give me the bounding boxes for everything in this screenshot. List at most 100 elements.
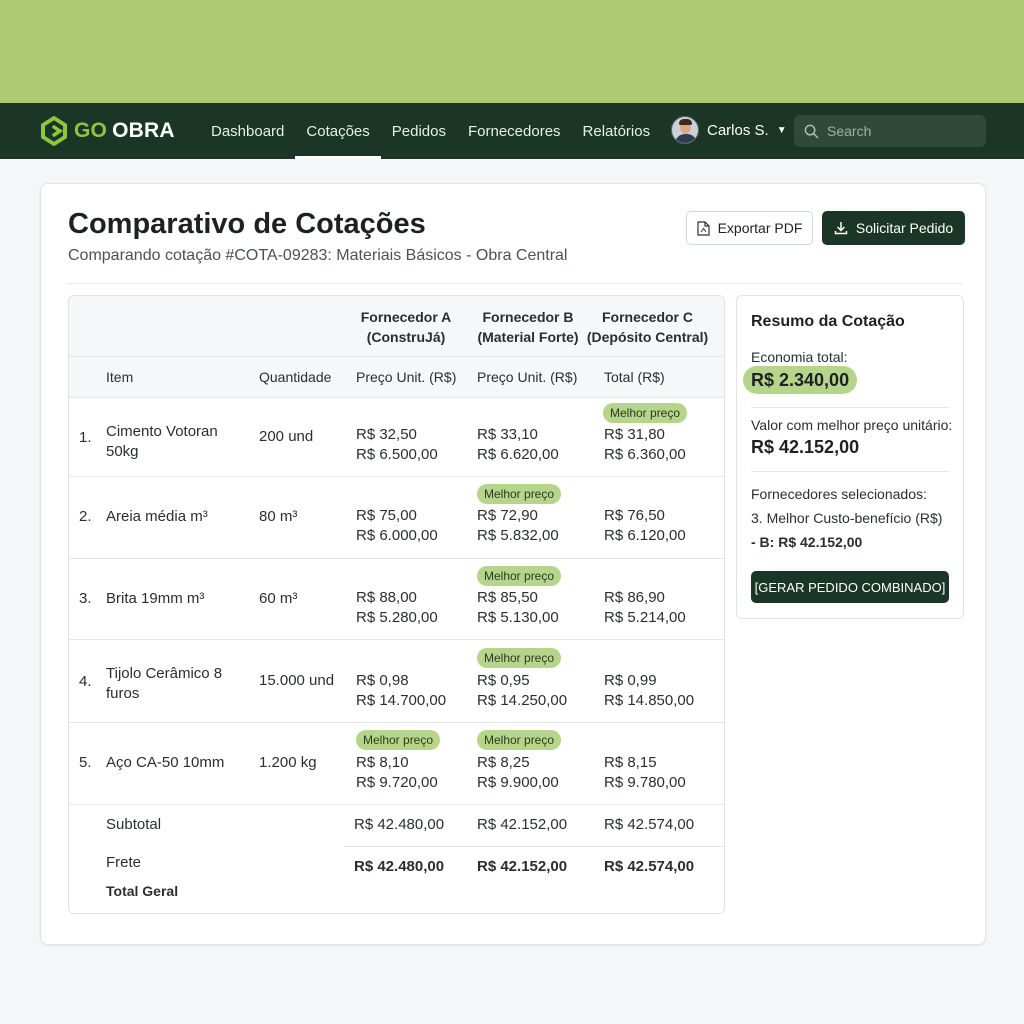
user-name: Carlos S. — [707, 121, 769, 139]
total-c: R$ 42.574,00 — [604, 858, 695, 875]
supplier-b-price: R$ 85,50 R$ 5.130,00 — [477, 589, 559, 626]
table-row[interactable]: Melhor preço 4. Tijolo Cerâmico 8 furos 1… — [69, 640, 724, 723]
item-name: Aço CA-50 10mm — [106, 754, 225, 771]
total-b: R$ 42.152,00 — [477, 858, 568, 875]
supplier-header-row: Fornecedor A (ConstruJá) Fornecedor B (Mat… — [69, 296, 724, 357]
item-quantity: 200 und — [259, 428, 314, 445]
item-name: Tijolo Cerâmico 8 furos — [106, 665, 223, 702]
chevron-down-icon: ▼ — [776, 124, 787, 136]
pdf-file-icon — [696, 220, 710, 236]
generate-combined-order-button[interactable]: [GERAR PEDIDO COMBINADO] — [751, 571, 949, 603]
export-pdf-label: Exportar PDF — [717, 220, 803, 236]
nav-cotacoes[interactable]: Cotações — [295, 103, 382, 159]
column-header-row: Item Quantidade Preço Unit. (R$) Preço U… — [69, 357, 724, 398]
table-row[interactable]: Melhor preço 3. Brita 19mm m³ 60 m³ R$ 8… — [69, 559, 724, 640]
item-name: Brita 19mm m³ — [106, 590, 205, 607]
nav-pedidos[interactable]: Pedidos — [381, 103, 457, 159]
recycle-logo-icon — [41, 116, 67, 146]
logo-text-obra: OBRA — [112, 119, 175, 142]
col-c-total: Total (R$) — [604, 369, 665, 385]
best-price-badge: Melhor preço — [477, 648, 562, 668]
supplier-b-price: R$ 33,10 R$ 6.620,00 — [477, 426, 559, 463]
supplier-b-price: R$ 72,90 R$ 5.832,00 — [477, 507, 559, 544]
nav-fornecedores[interactable]: Fornecedores — [457, 103, 572, 159]
request-order-label: Solicitar Pedido — [855, 220, 954, 236]
supplier-c-price: R$ 8,15 R$ 9.780,00 — [604, 754, 686, 791]
supplier-b-price: R$ 0,95 R$ 14.250,00 — [477, 672, 568, 709]
supplier-a-price: R$ 0,98 R$ 14.700,00 — [356, 672, 447, 709]
page-title: Comparativo de Cotações — [68, 208, 426, 240]
col-item: Item — [106, 369, 134, 385]
request-order-button[interactable]: Solicitar Pedido — [822, 211, 965, 245]
row-number: 5. — [79, 754, 92, 771]
header-divider — [68, 283, 963, 284]
col-b-unit-price: Preço Unit. (R$) — [477, 369, 578, 385]
search-input[interactable] — [827, 123, 977, 139]
search-icon — [804, 124, 819, 138]
best-price-badge: Melhor preço — [356, 730, 441, 750]
economy-label: Economia total: — [751, 349, 848, 365]
table-row[interactable]: Melhor preço Melhor preço 5. Aço CA-50 1… — [69, 723, 724, 805]
subtotal-a: R$ 42.480,00 — [354, 816, 445, 833]
search-box[interactable] — [794, 115, 986, 147]
best-price-badge: Melhor preço — [477, 566, 562, 586]
subtotal-b: R$ 42.152,00 — [477, 816, 568, 833]
item-quantity: 80 m³ — [259, 508, 298, 525]
supplier-b-price: R$ 8,25 R$ 9.900,00 — [477, 754, 559, 791]
best-price-badge: Melhor preço — [603, 403, 688, 423]
supplier-a-price: R$ 32,50 R$ 6.500,00 — [356, 426, 438, 463]
selected-suppliers-label: Fornecedores selecionados: — [751, 486, 927, 502]
summary-panel: Resumo da Cotação Economia total: R$ 2.3… — [736, 295, 964, 619]
supplier-c-price: R$ 86,90 R$ 5.214,00 — [604, 589, 686, 626]
supplier-c-header: Fornecedor C (Depósito Central) — [586, 309, 709, 345]
comparison-table: Fornecedor A (ConstruJá) Fornecedor B (Mat… — [68, 295, 725, 914]
total-a: R$ 42.480,00 — [354, 858, 445, 875]
avatar — [671, 116, 699, 144]
nav-relatorios[interactable]: Relatórios — [572, 103, 662, 159]
supplier-a-price: R$ 8,10 R$ 9.720,00 — [356, 754, 438, 791]
item-name: Areia média m³ — [106, 508, 208, 525]
logo-text-go: GO — [74, 119, 108, 142]
item-quantity: 15.000 und — [259, 672, 335, 689]
supplier-a-header: Fornecedor A (ConstruJá) — [360, 309, 452, 345]
export-pdf-button[interactable]: Exportar PDF — [686, 211, 813, 245]
best-price-badge: Melhor preço — [477, 730, 562, 750]
row-number: 4. — [79, 673, 92, 690]
table-row[interactable]: Melhor preço 2. Areia média m³ 80 m³ R$ … — [69, 477, 724, 559]
col-a-unit-price: Preço Unit. (R$) — [356, 369, 457, 385]
download-icon — [834, 222, 848, 235]
best-price-badge: Melhor preço — [477, 484, 562, 504]
best-value-label: Valor com melhor preço unitário: — [751, 417, 953, 433]
summary-title: Resumo da Cotação — [751, 313, 905, 330]
frete-label: Frete — [106, 854, 142, 871]
selected-suppliers-line: 3. Melhor Custo-benefício (R$) — [751, 510, 943, 526]
item-name: Cimento Votoran 50kg — [106, 423, 218, 460]
quotation-card: Comparativo de Cotações Comparando cotaç… — [40, 183, 986, 945]
subtotal-c: R$ 42.574,00 — [604, 816, 695, 833]
row-number: 2. — [79, 508, 92, 525]
supplier-a-price: R$ 88,00 R$ 5.280,00 — [356, 589, 438, 626]
summary-divider — [751, 407, 949, 408]
supplier-a-price: R$ 75,00 R$ 6.000,00 — [356, 507, 438, 544]
user-menu[interactable]: Carlos S. ▼ — [671, 116, 787, 144]
row-number: 1. — [79, 429, 92, 446]
summary-divider — [751, 471, 949, 472]
nav-dashboard[interactable]: Dashboard — [200, 103, 295, 159]
supplier-c-price: R$ 31,80 R$ 6.360,00 — [604, 426, 686, 463]
totals-divider — [344, 846, 724, 847]
supplier-b-header: Fornecedor B (Material Forte) — [477, 309, 579, 345]
supplier-c-price: R$ 76,50 R$ 6.120,00 — [604, 507, 686, 544]
table-row[interactable]: Melhor preço 1. Cimento Votoran 50kg 200 … — [69, 398, 724, 477]
item-quantity: 1.200 kg — [259, 754, 317, 771]
col-quantity: Quantidade — [259, 369, 332, 385]
main-nav: Dashboard Cotações Pedidos Fornecedores … — [200, 103, 661, 159]
best-value: R$ 42.152,00 — [751, 437, 860, 457]
economy-value: R$ 2.340,00 — [743, 366, 858, 394]
page-subtitle: Comparando cotação #COTA-09283: Materiai… — [68, 247, 568, 264]
app-logo[interactable]: GO OBRA — [38, 115, 175, 147]
supplier-c-price: R$ 0,99 R$ 14.850,00 — [604, 672, 695, 709]
selected-suppliers-value: - B: R$ 42.152,00 — [751, 534, 863, 550]
total-label: Total Geral — [106, 883, 179, 899]
row-number: 3. — [79, 590, 92, 607]
top-banner — [0, 0, 1024, 103]
